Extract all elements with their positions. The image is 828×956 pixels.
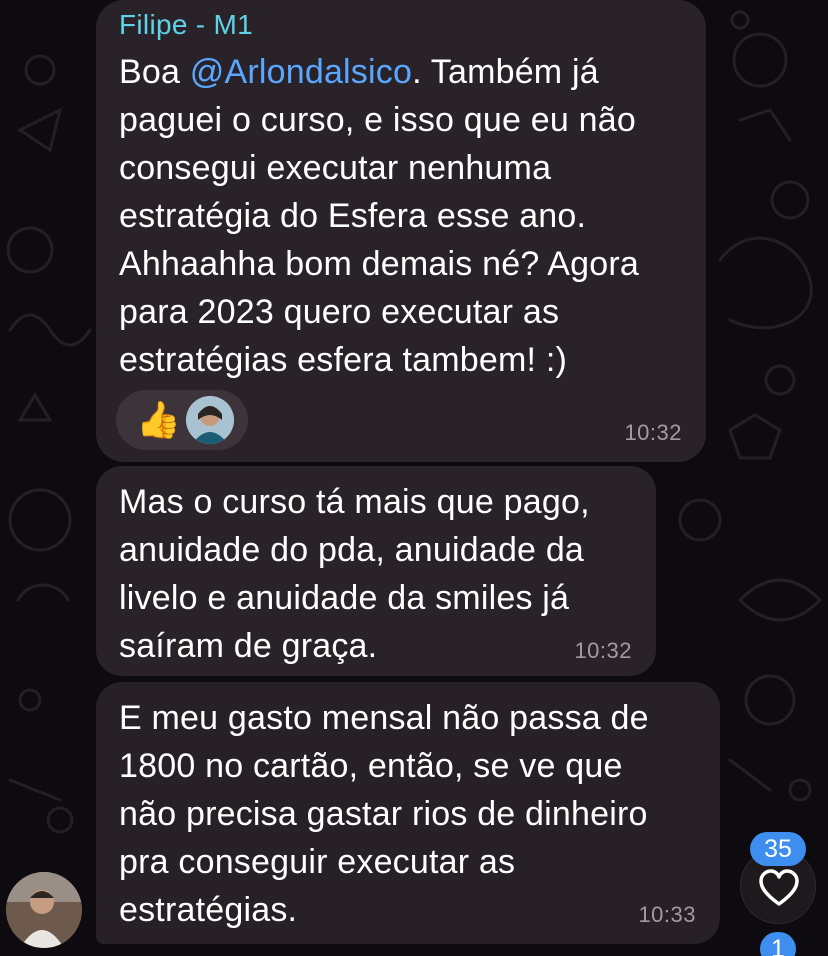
unread-count-badge[interactable]: 1 xyxy=(760,932,796,956)
message-text: E meu gasto mensal não passa de 1800 no … xyxy=(119,699,649,929)
reactions-count-badge[interactable]: 35 xyxy=(750,832,806,866)
message-text-prefix: Boa xyxy=(119,53,190,91)
message-text: Mas o curso tá mais que pago, anuidade d… xyxy=(119,483,590,665)
reactor-avatar xyxy=(186,396,234,444)
sender-name[interactable]: Filipe - M1 xyxy=(119,8,684,48)
sender-avatar[interactable] xyxy=(6,872,82,948)
message-time: 10:32 xyxy=(574,638,632,663)
message-text: Boa @Arlondalsico. Também já paguei o cu… xyxy=(119,48,684,384)
message-time: 10:33 xyxy=(638,902,696,927)
message-time: 10:32 xyxy=(624,420,682,445)
message-bubble[interactable]: E meu gasto mensal não passa de 1800 no … xyxy=(96,682,720,944)
reactions-pill[interactable]: 👍 xyxy=(116,390,248,450)
message-text-suffix: . Também já paguei o curso, e isso que e… xyxy=(119,53,639,379)
message-bubble[interactable]: Mas o curso tá mais que pago, anuidade d… xyxy=(96,466,656,676)
user-mention[interactable]: @Arlondalsico xyxy=(190,53,412,91)
message-bubble[interactable]: Filipe - M1 Boa @Arlondalsico. Também já… xyxy=(96,0,706,462)
thumbs-up-reaction: 👍 xyxy=(136,399,181,440)
